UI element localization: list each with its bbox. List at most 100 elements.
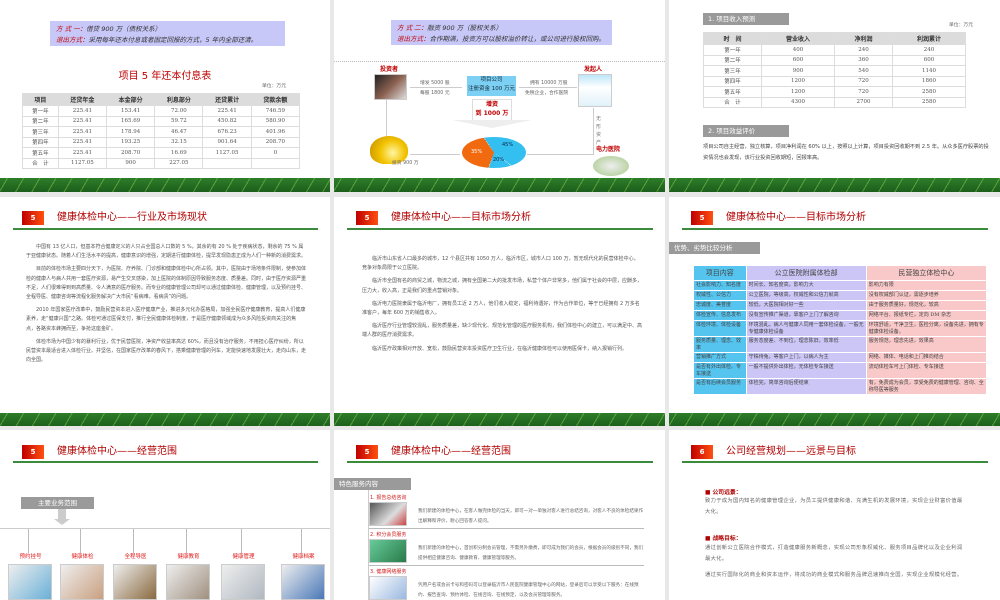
slide-thumbnail-7[interactable]: 5 健康体检中心——经营范围 主要业务范围 预约挂号 健康体检 全程导医 健康教育 健康… bbox=[0, 430, 330, 600]
service-label: 全程导医 bbox=[124, 554, 147, 560]
table-cell: 400 bbox=[760, 44, 835, 56]
table-cell: 401.96 bbox=[250, 126, 301, 138]
title-underline bbox=[13, 461, 318, 463]
table-cell: 第五年 bbox=[703, 86, 762, 98]
column-header: 民营独立体检中心 bbox=[865, 265, 988, 281]
financing-mode-box: 方 式 一：借贷 900 万（债权关系） 退出方式：采用每年还本付息或者固定回报… bbox=[50, 21, 285, 46]
table-cell: 第三年 bbox=[22, 126, 59, 138]
table-cell: 体检环境、体检设备 bbox=[693, 320, 747, 337]
column-header: 本金部分 bbox=[105, 93, 156, 106]
table-cell: 一般不提供外出体检，无体检专车接送 bbox=[745, 362, 867, 379]
table-cell: 240 bbox=[891, 44, 967, 56]
section-label: 特色服务内容 bbox=[334, 478, 411, 490]
table-cell: 没有权威部门认证，需逐步培养 bbox=[865, 290, 988, 301]
feature-title: 1. 报告总结咨询 bbox=[370, 495, 407, 501]
table-cell: 165.69 bbox=[105, 115, 156, 127]
table-cell: 540 bbox=[833, 65, 893, 77]
feature-text: 我们新建的体检中心，首创积分制会员管理，不需另外缴费，即可成为我们的会员，根据会… bbox=[418, 546, 644, 561]
table-row: 第四年 1200 720 1860 bbox=[703, 75, 967, 87]
table-cell: 是否有后续会员服务 bbox=[693, 378, 747, 395]
feature-image bbox=[369, 502, 407, 526]
own-text-2: 免税企业，合作医院 bbox=[525, 91, 569, 96]
paragraph: 中国有 13 亿人口，但基本符合健康定义的人只占全国总人口数的 5 %，其余的有… bbox=[26, 244, 307, 260]
feature-divider bbox=[369, 528, 644, 529]
repayment-table: 项目 还贷年金 本金部分 利息部分 还贷累计 贷款余额 第一年 225.41 153.41 72.… bbox=[22, 93, 301, 169]
slide-thumbnail-6[interactable]: 5 健康体检中心——目标市场分析 优势、劣势比较分析 项目内容 公立医院附属体检部… bbox=[669, 197, 1000, 426]
table-row: 第四年 225.41 193.25 32.15 901.64 208.70 bbox=[22, 136, 301, 148]
slide-title: 健康体检中心——目标市场分析 bbox=[391, 212, 531, 223]
company-line-2: 注册资金 100 万元 bbox=[468, 86, 515, 92]
footer-band bbox=[334, 178, 665, 192]
service-photo bbox=[8, 564, 52, 600]
footer-band bbox=[669, 178, 1000, 192]
section-number-badge: 5 bbox=[356, 445, 378, 459]
slide-thumbnail-2[interactable]: 方 式 二：融资 900 万（股权关系） 退出方式：合作期满，投资方可以股权溢价… bbox=[334, 0, 665, 192]
column-header: 利润累计 bbox=[891, 32, 967, 45]
table-cell: 153.41 bbox=[105, 105, 156, 117]
mode-label: 方 式 二： bbox=[397, 24, 428, 32]
table-cell: 第一年 bbox=[703, 44, 762, 56]
table-cell: 720 bbox=[833, 86, 893, 98]
column-header: 项目内容 bbox=[693, 265, 747, 281]
table-cell: 1127.05 bbox=[202, 147, 252, 159]
table-cell: 公立医院，等级高，权威性和公信力就高 bbox=[745, 290, 867, 301]
service-label: 健康档案 bbox=[292, 554, 315, 560]
table-row: 服务质量、理念、效率 服务态度差、不到位，理念陈旧，效率低 服务规范，理念先进，效果… bbox=[693, 336, 988, 353]
table-cell: 没有宣传推广渠道，靠客户上门了解咨询 bbox=[745, 310, 867, 321]
table-row: 社会影响力、知名度 时间长、知名度高，影响力大 影响力有限 bbox=[693, 280, 988, 291]
section-number-badge: 5 bbox=[22, 445, 44, 459]
table-cell: 服务态度差、不到位，理念陈旧，效率低 bbox=[745, 336, 867, 353]
section-number-badge: 5 bbox=[356, 211, 378, 225]
table-cell: 225.41 bbox=[57, 115, 108, 127]
down-arrow-head bbox=[54, 519, 70, 525]
slide-title: 健康体检中心——经营范围 bbox=[57, 446, 177, 457]
table-row: 体检环境、体检设备 环境混乱，病人与健康人同用一套体检设备，一般无专健康体检设备环… bbox=[693, 320, 988, 337]
mode-label: 方 式 一： bbox=[56, 25, 87, 33]
doctor-photo bbox=[578, 74, 612, 107]
feature-image bbox=[369, 576, 407, 600]
table-cell: 450.82 bbox=[202, 115, 252, 127]
unit-label: 单位：万元 bbox=[262, 84, 286, 89]
footer-band bbox=[334, 413, 665, 426]
handshake-photo bbox=[374, 74, 407, 100]
table-row: 营销推广方式 守株待兔，等客户上门，以病人为主 网络、媒体、电话和上门推向结合 bbox=[693, 352, 988, 363]
slide-thumbnail-5[interactable]: 5 健康体检中心——目标市场分析 临沂市山东省人口最多的城市，12 个县区共有 … bbox=[334, 197, 665, 426]
column-header: 还贷年金 bbox=[57, 93, 108, 106]
column-header: 利息部分 bbox=[154, 93, 204, 106]
service-label: 预约挂号 bbox=[19, 554, 42, 560]
paragraph: 临沂市山东省人口最多的城市，12 个县区共有 1050 万人，临沂市区，城市人口… bbox=[362, 256, 639, 272]
table-cell: 2700 bbox=[833, 96, 893, 108]
comparison-table: 项目内容 公立医院附属体检部 民营独立体检中心 社会影响力、知名度 时间长、知名度高，影… bbox=[693, 265, 988, 395]
section-label: 优势、劣势比较分析 bbox=[669, 242, 760, 254]
column-header: 贷款余额 bbox=[250, 93, 301, 106]
table-cell: 服务质量、理念、效率 bbox=[693, 336, 747, 353]
table-row: 第一年 225.41 153.41 72.00 225.41 746.59 bbox=[22, 105, 301, 117]
table-row: 忠诚度、美誉度 较低，大医院相对好一些 由于服务质量好，规范化，较高 bbox=[693, 300, 988, 311]
exit-label: 退出方式： bbox=[56, 36, 89, 44]
slide-title: 健康体检中心——行业及市场现状 bbox=[57, 212, 207, 223]
table-cell: 第五年 bbox=[22, 147, 59, 159]
slide-thumbnail-1[interactable]: 方 式 一：借贷 900 万（债权关系） 退出方式：采用每年还本付息或者固定回报… bbox=[0, 0, 330, 192]
slide-thumbnail-8[interactable]: 5 健康体检中心——经营范围 特色服务内容 1. 报告总结咨询 我们新建的体检中心… bbox=[334, 430, 665, 600]
table-cell: 体检宣传、信息发布 bbox=[693, 310, 747, 321]
increase-arrow-head bbox=[452, 120, 532, 128]
table-cell: 901.64 bbox=[202, 136, 252, 148]
goal-text-1: 通过创新公立医院合作模式，打造健康服务新概念，实现公司形象权威化、服务项目品牌化… bbox=[705, 545, 963, 562]
table-cell: 225.41 bbox=[57, 136, 108, 148]
feature-title: 2. 积分会员服务 bbox=[370, 532, 407, 538]
service-connector bbox=[186, 529, 187, 553]
table-cell: 第二年 bbox=[22, 115, 59, 127]
table-cell: 第二年 bbox=[703, 54, 762, 66]
square-bullet-icon: ■ bbox=[705, 536, 713, 542]
table-cell: 1200 bbox=[760, 75, 835, 87]
slide-thumbnail-3[interactable]: 1. 项目收入预测 单位：万元 时 间营业收入 净利润 利润累计 第一年 400 240 2… bbox=[669, 0, 1000, 192]
table-cell: 影响力有限 bbox=[865, 280, 988, 291]
slide-thumbnail-4[interactable]: 5 健康体检中心——行业及市场现状 中国有 13 亿人口，但基本符合健康定义的人… bbox=[0, 197, 330, 426]
service-photo bbox=[113, 564, 157, 600]
section-label: 主要业务范围 bbox=[21, 497, 94, 509]
table-cell: 服务规范，理念先进，效果高 bbox=[865, 336, 988, 353]
service-connector bbox=[28, 529, 29, 553]
table-cell: 体检完，简单咨询后便结束 bbox=[745, 378, 867, 395]
evaluation-text: 项目公司自主经营，独立核算，项目净利润在 60% 以上，按照以上计算，项目投资回… bbox=[703, 144, 989, 161]
slide-thumbnail-9[interactable]: 6 公司经营规划——远景与目标 ■ 公司远景： 致力于成为国内知名的健康管理企业… bbox=[669, 430, 1000, 600]
